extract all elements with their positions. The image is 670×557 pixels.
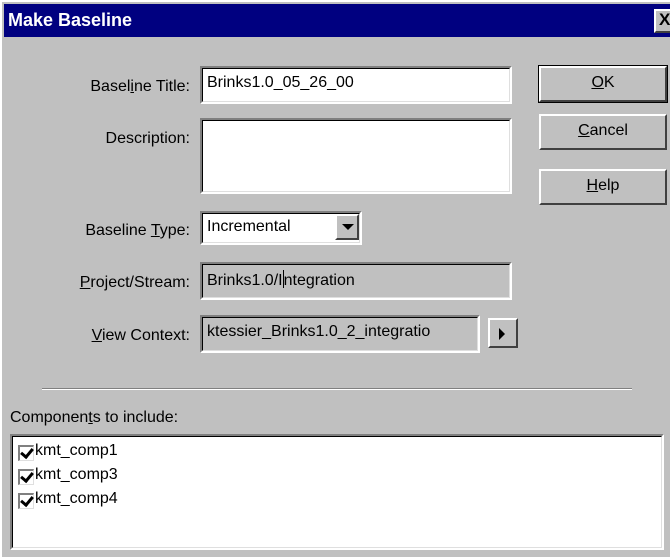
dialog-title: Make Baseline	[8, 10, 133, 30]
baseline-type-value: Incremental	[207, 218, 291, 235]
checkmark-icon	[20, 468, 34, 484]
description-textarea[interactable]	[200, 118, 512, 194]
component-checkbox[interactable]	[18, 492, 34, 509]
project-stream-field[interactable]: Brinks1.0/Integration	[200, 262, 512, 300]
make-baseline-dialog: Make Baseline X Baseline Title: Brinks1.…	[0, 0, 670, 557]
component-checkbox[interactable]	[18, 468, 34, 485]
checkmark-icon	[20, 492, 34, 508]
help-button[interactable]: Help	[539, 169, 667, 205]
view-context-browse-button[interactable]	[488, 318, 518, 348]
separator	[42, 388, 632, 390]
project-stream-label: Project/Stream:	[79, 274, 190, 291]
cancel-button[interactable]: Cancel	[539, 114, 667, 150]
checkmark-icon	[20, 444, 34, 460]
component-label: kmt_comp1	[35, 442, 118, 459]
project-stream-value: Brinks1.0/Integration	[207, 270, 355, 289]
components-label: Components to include:	[10, 409, 179, 426]
baseline-title-label: Baseline Title:	[90, 78, 190, 95]
component-label: kmt_comp4	[35, 490, 118, 507]
description-label: Description:	[105, 130, 190, 147]
baseline-type-label: Baseline Type:	[85, 222, 190, 239]
close-button[interactable]: X	[654, 9, 670, 33]
chevron-down-icon[interactable]	[335, 214, 359, 240]
ok-button[interactable]: OK	[538, 65, 668, 103]
baseline-title-value: Brinks1.0_05_26_00	[207, 74, 354, 91]
component-checkbox[interactable]	[18, 444, 34, 461]
baseline-title-input[interactable]: Brinks1.0_05_26_00	[200, 66, 512, 104]
title-bar[interactable]: Make Baseline X	[4, 4, 670, 37]
view-context-field[interactable]: ktessier_Brinks1.0_2_integratio	[200, 315, 480, 353]
components-listbox[interactable]: kmt_comp1 kmt_comp3 kmt_comp4	[10, 434, 664, 550]
close-icon: X	[659, 10, 670, 29]
component-label: kmt_comp3	[35, 466, 118, 483]
view-context-label: View Context:	[91, 327, 190, 344]
view-context-value: ktessier_Brinks1.0_2_integratio	[207, 323, 431, 340]
baseline-type-select[interactable]: Incremental	[200, 211, 362, 245]
